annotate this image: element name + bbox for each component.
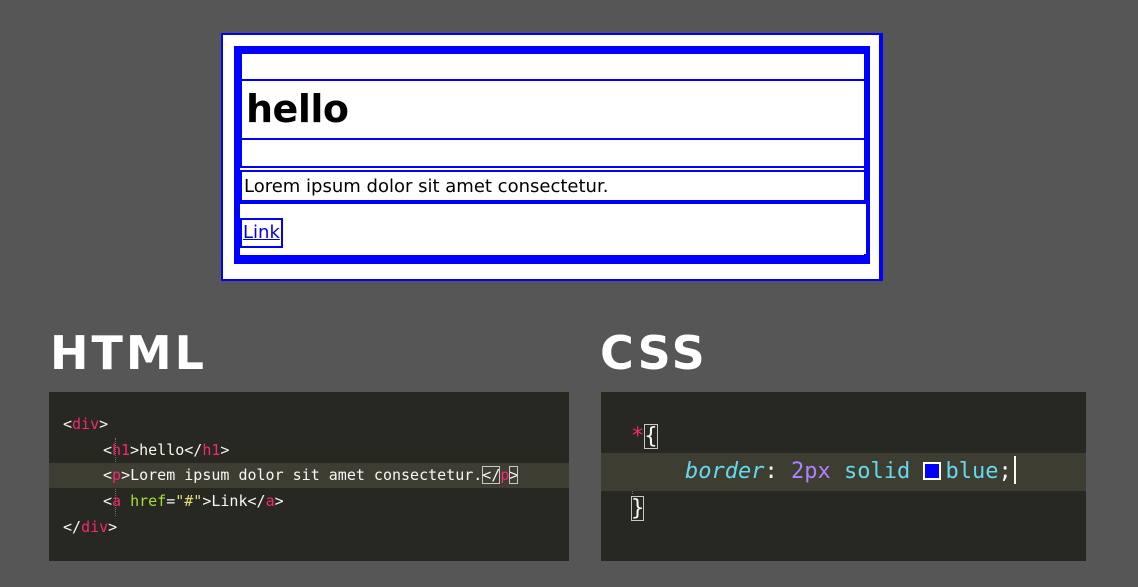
- open-brace: {: [644, 424, 658, 449]
- tag-bracket: >: [220, 441, 230, 459]
- text-cursor: [1013, 456, 1016, 484]
- tag-name: p: [112, 466, 122, 484]
- text-content: hello: [139, 441, 185, 459]
- div-border: hello Lorem ipsum dolor sit amet consect…: [234, 46, 870, 264]
- tag-name: div: [72, 415, 100, 433]
- tag-name: h1: [202, 441, 221, 459]
- css-line-3: }: [601, 490, 1086, 528]
- text-content: Link: [211, 492, 248, 510]
- tag-name: a: [112, 492, 122, 510]
- h1-margin-top-box: [240, 52, 866, 81]
- rendered-preview: hello Lorem ipsum dolor sit amet consect…: [221, 33, 883, 281]
- css-property: border: [685, 459, 765, 484]
- tag-bracket: </: [63, 518, 82, 536]
- preview-link[interactable]: Link: [240, 218, 283, 248]
- h1-box: hello: [240, 79, 866, 140]
- close-brace: }: [631, 496, 645, 521]
- tag-bracket: <: [103, 441, 113, 459]
- attribute-name: href: [121, 492, 167, 510]
- attribute-value: "#": [175, 492, 203, 510]
- tag-bracket: </: [184, 441, 203, 459]
- paragraph-margin-box: [240, 202, 866, 254]
- code-line-5: </div>: [49, 515, 569, 540]
- css-number-value: 2px: [790, 459, 831, 484]
- css-color-value: blue: [945, 459, 999, 484]
- css-section-title: CSS: [600, 326, 708, 380]
- code-line-4: <a href="#">Link</a>: [49, 489, 569, 514]
- tag-bracket: >: [99, 415, 109, 433]
- preview-paragraph: Lorem ipsum dolor sit amet consectetur.: [244, 176, 609, 197]
- preview-heading: hello: [246, 87, 349, 131]
- text-content: Lorem ipsum dolor sit amet consectetur.: [130, 466, 483, 484]
- color-swatch-icon[interactable]: [923, 462, 942, 480]
- code-line-2: <h1>hello</h1>: [49, 438, 569, 463]
- tag-bracket: </: [247, 492, 266, 510]
- tag-bracket: >: [130, 441, 140, 459]
- equals-sign: =: [166, 492, 176, 510]
- css-code-editor[interactable]: *{ border: 2px solid blue; }: [601, 392, 1086, 561]
- tag-bracket: <: [103, 492, 113, 510]
- html-section-title: HTML: [50, 326, 207, 380]
- html-code-editor[interactable]: <div> <h1>hello</h1> <p>Lorem ipsum dolo…: [49, 392, 569, 561]
- matched-bracket: >: [509, 466, 519, 484]
- css-line-1: *{: [601, 418, 1086, 456]
- css-keyword-value: solid: [843, 459, 911, 484]
- tag-bracket: <: [63, 415, 73, 433]
- tag-bracket: >: [121, 466, 131, 484]
- css-selector: *: [631, 424, 645, 449]
- tag-bracket: >: [108, 518, 118, 536]
- matched-bracket: </: [482, 466, 501, 484]
- paragraph-box: Lorem ipsum dolor sit amet consectetur.: [240, 170, 866, 202]
- colon: :: [764, 459, 778, 484]
- code-line-1: <div>: [49, 412, 569, 437]
- semicolon: ;: [998, 459, 1012, 484]
- tag-name: div: [81, 518, 109, 536]
- h1-margin-bottom-box: [240, 138, 866, 168]
- code-line-3-active: <p>Lorem ipsum dolor sit amet consectetu…: [49, 463, 569, 488]
- tag-bracket: <: [103, 466, 113, 484]
- css-line-2-active: border: 2px solid blue;: [601, 453, 1086, 491]
- tag-bracket: >: [274, 492, 284, 510]
- tag-name: h1: [112, 441, 131, 459]
- tag-name: a: [265, 492, 275, 510]
